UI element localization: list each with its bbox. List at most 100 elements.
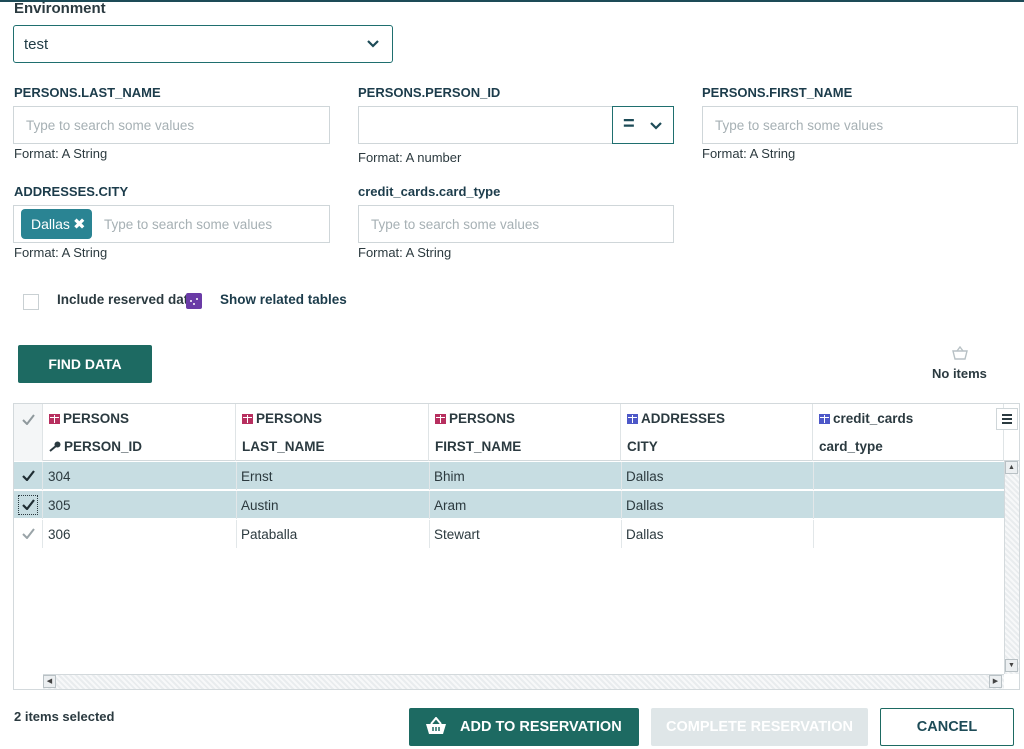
last-name-input[interactable]: Type to search some values xyxy=(13,106,330,144)
cancel-button[interactable]: CANCEL xyxy=(880,708,1014,746)
row-checkbox[interactable] xyxy=(14,462,43,490)
column-field: card_type xyxy=(819,439,883,454)
cell-person-id: 305 xyxy=(48,498,71,513)
cell-city: Dallas xyxy=(626,498,664,513)
column-header-card-type[interactable]: credit_cards card_type xyxy=(813,404,1004,461)
city-placeholder: Type to search some values xyxy=(104,217,273,232)
column-divider xyxy=(813,462,814,490)
vertical-scrollbar[interactable]: ▲ ▼ xyxy=(1004,461,1019,674)
row-checkbox[interactable] xyxy=(14,520,43,548)
table-row[interactable]: 305 Austin Aram Dallas xyxy=(14,491,1004,519)
cell-city: Dallas xyxy=(626,527,664,542)
environment-select[interactable]: test xyxy=(13,25,393,63)
table-icon xyxy=(49,414,60,424)
scroll-left-icon[interactable]: ◀ xyxy=(43,675,56,688)
scroll-up-icon[interactable]: ▲ xyxy=(1005,461,1018,474)
card-type-placeholder: Type to search some values xyxy=(371,217,540,232)
cart-icon xyxy=(952,345,968,365)
table-row[interactable]: 304 Ernst Bhim Dallas xyxy=(14,462,1004,490)
city-format: Format: A String xyxy=(14,245,108,260)
cart-status: No items xyxy=(932,366,987,381)
operator-select[interactable]: = xyxy=(612,106,674,144)
column-header-last-name[interactable]: PERSONS LAST_NAME xyxy=(236,404,429,461)
cell-person-id: 306 xyxy=(48,527,71,542)
column-table: ADDRESSES xyxy=(641,411,726,426)
scroll-down-icon[interactable]: ▼ xyxy=(1005,659,1018,672)
environment-label: Environment xyxy=(14,0,106,17)
include-reserved-checkbox[interactable] xyxy=(23,294,39,310)
person-id-format: Format: A number xyxy=(358,150,462,165)
cell-last-name: Pataballa xyxy=(241,527,298,542)
table-row[interactable]: 306 Pataballa Stewart Dallas xyxy=(14,520,1004,548)
card-type-input[interactable]: Type to search some values xyxy=(358,205,674,243)
close-icon[interactable]: ✖ xyxy=(73,215,86,233)
column-table: PERSONS xyxy=(449,411,516,426)
results-grid: PERSONS PERSON_ID PERSONS LAST_NAME PERS… xyxy=(13,403,1020,690)
row-checkbox[interactable] xyxy=(14,491,43,519)
cell-first-name: Aram xyxy=(434,498,467,513)
add-to-reservation-button[interactable]: ADD TO RESERVATION xyxy=(409,708,639,746)
table-icon xyxy=(435,414,446,424)
add-to-reservation-label: ADD TO RESERVATION xyxy=(460,719,622,735)
city-chip[interactable]: Dallas ✖ xyxy=(21,209,92,239)
column-header-person-id[interactable]: PERSONS PERSON_ID xyxy=(43,404,236,461)
card-type-label: credit_cards.card_type xyxy=(358,184,501,199)
last-name-label: PERSONS.LAST_NAME xyxy=(14,85,161,100)
grid-header: PERSONS PERSON_ID PERSONS LAST_NAME PERS… xyxy=(14,404,1019,461)
horizontal-scrollbar[interactable]: ◀ ▶ xyxy=(43,674,1004,689)
cell-first-name: Stewart xyxy=(434,527,480,542)
table-icon xyxy=(819,414,830,424)
column-table: credit_cards xyxy=(833,411,914,426)
complete-reservation-button[interactable]: COMPLETE RESERVATION xyxy=(651,708,868,746)
card-type-format: Format: A String xyxy=(358,245,452,260)
scroll-right-icon[interactable]: ▶ xyxy=(989,675,1002,688)
column-field: CITY xyxy=(627,439,658,454)
cell-person-id: 304 xyxy=(48,469,71,484)
basket-icon xyxy=(425,716,447,740)
include-reserved-label[interactable]: Include reserved data xyxy=(57,292,186,307)
first-name-format: Format: A String xyxy=(702,146,796,161)
column-header-first-name[interactable]: PERSONS FIRST_NAME xyxy=(429,404,621,461)
column-header-city[interactable]: ADDRESSES CITY xyxy=(621,404,813,461)
column-field: FIRST_NAME xyxy=(435,439,522,454)
chevron-down-icon xyxy=(649,119,663,138)
environment-value: test xyxy=(24,36,49,53)
selection-count: 2 items selected xyxy=(14,709,115,724)
show-related-tables-link[interactable]: Show related tables xyxy=(220,292,347,307)
cell-last-name: Ernst xyxy=(241,469,273,484)
column-divider xyxy=(813,491,814,519)
column-divider xyxy=(621,520,622,548)
first-name-input[interactable]: Type to search some values xyxy=(702,106,1018,144)
column-field: PERSON_ID xyxy=(64,439,143,454)
person-id-label: PERSONS.PERSON_ID xyxy=(358,85,501,100)
column-divider xyxy=(236,491,237,519)
column-divider xyxy=(621,491,622,519)
cell-city: Dallas xyxy=(626,469,664,484)
column-divider xyxy=(813,520,814,548)
column-table: PERSONS xyxy=(63,411,130,426)
column-menu-icon[interactable] xyxy=(996,408,1018,430)
key-icon xyxy=(49,439,64,454)
table-icon xyxy=(627,414,638,424)
column-divider xyxy=(429,462,430,490)
cell-first-name: Bhim xyxy=(434,469,465,484)
column-divider xyxy=(236,462,237,490)
column-divider xyxy=(429,491,430,519)
column-divider xyxy=(429,520,430,548)
first-name-placeholder: Type to search some values xyxy=(715,118,884,133)
column-table: PERSONS xyxy=(256,411,323,426)
column-field: LAST_NAME xyxy=(242,439,325,454)
select-all-checkbox[interactable] xyxy=(14,404,43,461)
table-icon xyxy=(242,414,253,424)
top-border xyxy=(0,0,1024,2)
person-id-input[interactable] xyxy=(358,106,613,144)
find-data-button[interactable]: FIND DATA xyxy=(18,345,152,383)
city-label: ADDRESSES.CITY xyxy=(14,184,129,199)
city-chip-label: Dallas xyxy=(31,216,70,232)
cell-last-name: Austin xyxy=(241,498,279,513)
operator-value: = xyxy=(623,113,635,135)
last-name-format: Format: A String xyxy=(14,146,108,161)
column-divider xyxy=(236,520,237,548)
last-name-placeholder: Type to search some values xyxy=(26,118,195,133)
column-divider xyxy=(621,462,622,490)
